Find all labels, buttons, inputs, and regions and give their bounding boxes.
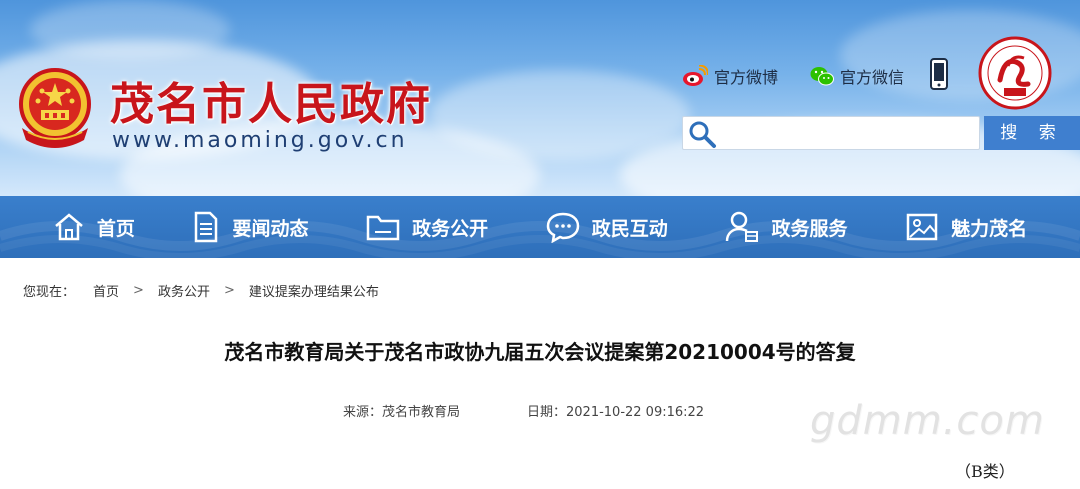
- cloud-decoration: [30, 0, 230, 60]
- picture-icon: [905, 211, 939, 243]
- folder-icon: [366, 212, 400, 242]
- nav-item-gov-open[interactable]: 政务公开: [366, 205, 488, 249]
- city-logo[interactable]: [978, 36, 1052, 110]
- breadcrumb-prefix: 您现在：: [23, 284, 76, 300]
- article-date: 日期：2021-10-22 09:16:22: [527, 405, 705, 420]
- article-source: 来源：茂名市教育局: [343, 405, 461, 420]
- weibo-link[interactable]: 官方微博: [682, 62, 778, 90]
- search-button[interactable]: 搜 索: [984, 116, 1080, 150]
- weibo-label: 官方微博: [714, 68, 779, 87]
- breadcrumb-link-home[interactable]: 首页: [93, 281, 119, 300]
- watermark: gdmm.com: [810, 398, 1045, 444]
- wechat-link[interactable]: 官方微信: [810, 62, 904, 90]
- nav-label: 政务公开: [412, 217, 489, 240]
- nav-label: 政民互动: [591, 217, 668, 240]
- user-service-icon: [725, 211, 759, 243]
- article-title: 茂名市教育局关于茂名市政协九届五次会议提案第20210004号的答复: [224, 340, 856, 364]
- search-box[interactable]: [682, 116, 980, 150]
- breadcrumb-link-gov-open[interactable]: 政务公开: [158, 281, 210, 300]
- nav-item-charm[interactable]: 魅力茂名: [905, 205, 1027, 249]
- nav-label: 要闻动态: [232, 217, 309, 240]
- chat-icon: [546, 211, 580, 243]
- nav-label: 政务服务: [771, 217, 848, 240]
- wechat-icon: [810, 67, 834, 86]
- weibo-icon: [683, 65, 708, 86]
- breadcrumb: 您现在： 首页 > 政务公开 > 建议提案办理结果公布: [0, 270, 1080, 310]
- chevron-right-icon: >: [223, 282, 235, 298]
- search-icon: [689, 121, 716, 148]
- national-emblem[interactable]: [14, 66, 96, 152]
- document-icon: [192, 211, 220, 243]
- nav-item-service[interactable]: 政务服务: [725, 205, 847, 249]
- article-category: （B类）: [955, 462, 1015, 481]
- site-url: www.maoming.gov.cn: [112, 128, 408, 153]
- cloud-decoration: [430, 70, 690, 160]
- search-input[interactable]: [721, 121, 975, 145]
- home-icon: [53, 212, 85, 242]
- chevron-right-icon: >: [133, 282, 144, 298]
- phone-icon[interactable]: [929, 58, 949, 90]
- breadcrumb-link-proposals[interactable]: 建议提案办理结果公布: [249, 281, 379, 300]
- nav-item-news[interactable]: 要闻动态: [192, 205, 308, 249]
- nav-item-home[interactable]: 首页: [53, 205, 135, 249]
- nav-label: 首页: [96, 217, 135, 240]
- header-banner: 茂名市人民政府 www.maoming.gov.cn 官方微博 官方微信 搜 索: [0, 0, 1080, 196]
- wechat-label: 官方微信: [840, 68, 905, 87]
- nav-label: 魅力茂名: [951, 217, 1028, 240]
- site-title[interactable]: 茂名市人民政府: [110, 68, 432, 132]
- nav-item-interaction[interactable]: 政民互动: [546, 205, 668, 249]
- main-nav: 首页 要闻动态 政务公开 政民互动 政务服务 魅力茂名: [0, 196, 1080, 258]
